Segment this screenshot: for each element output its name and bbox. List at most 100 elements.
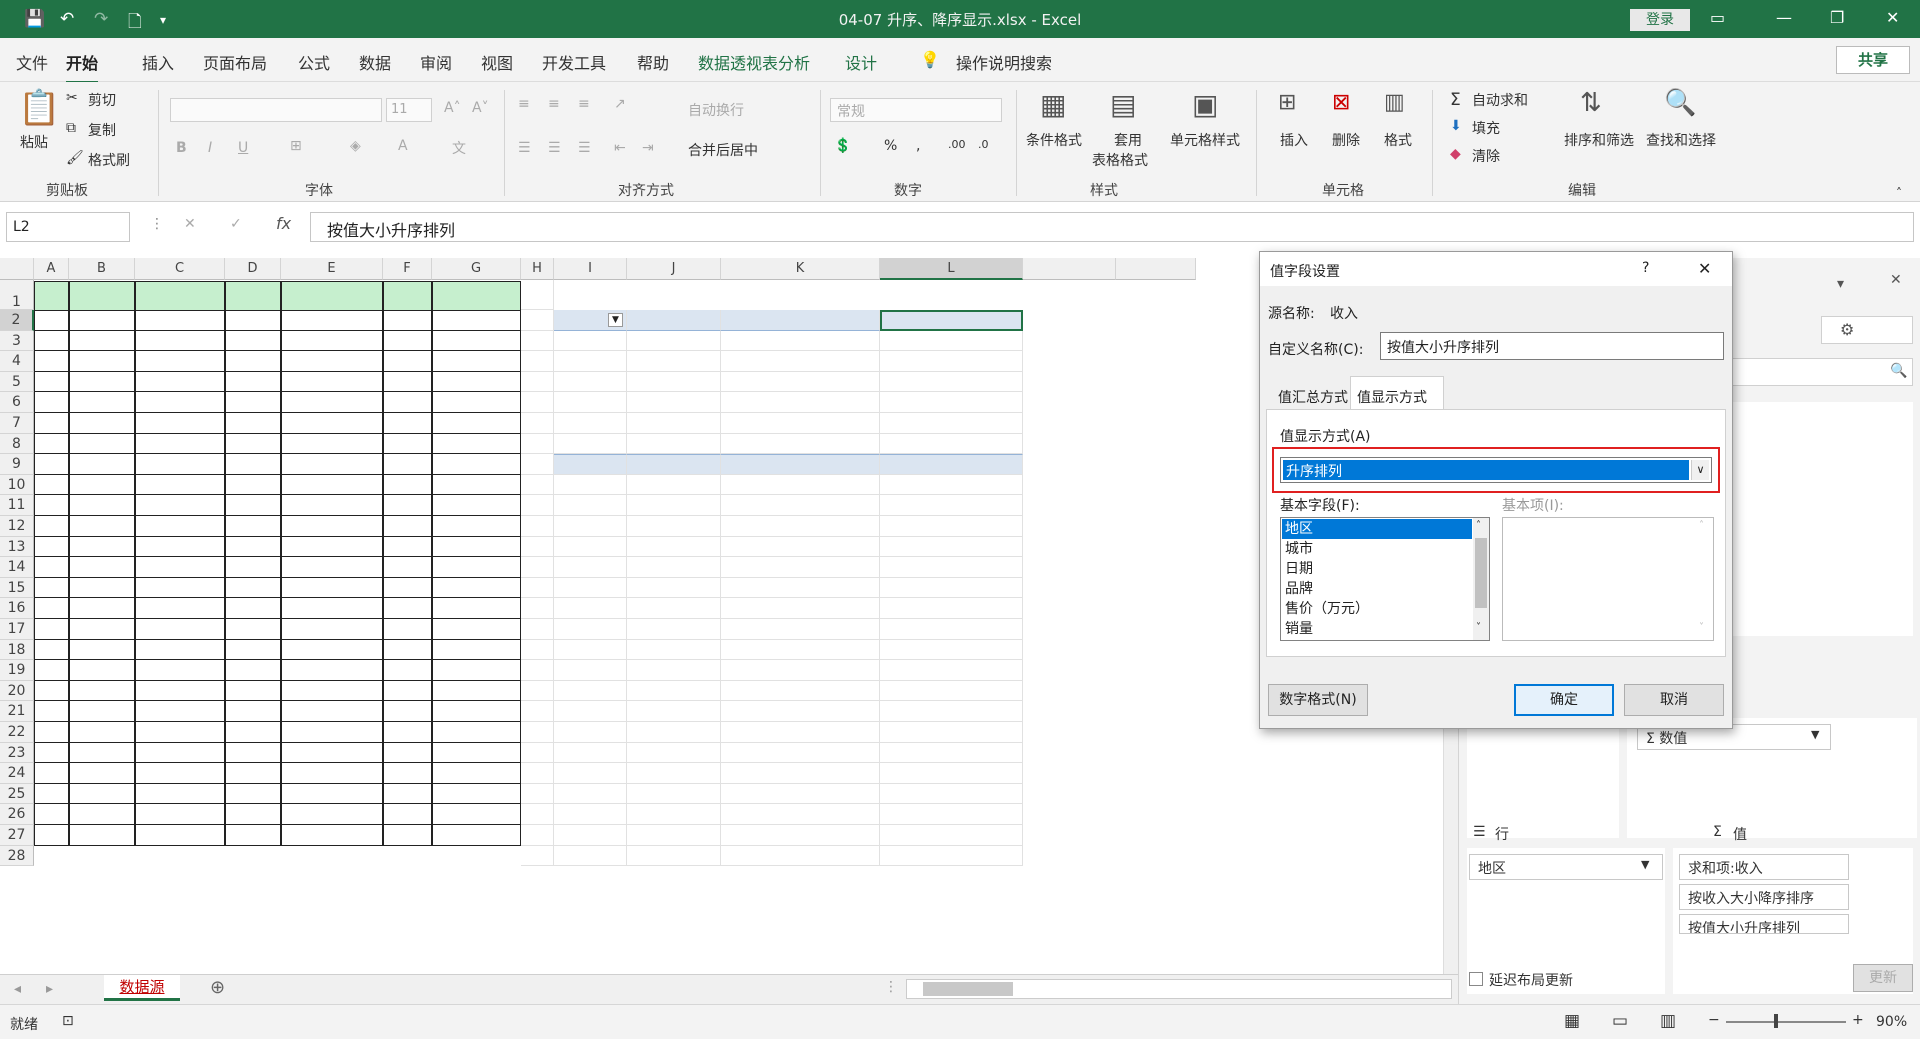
empty-cell[interactable] — [521, 722, 554, 743]
table-cell[interactable] — [34, 371, 69, 393]
table-cell[interactable] — [225, 474, 281, 496]
pivot-cell[interactable] — [554, 330, 627, 352]
insert-cells-button[interactable]: 插入 — [1280, 130, 1308, 150]
base-field-option[interactable]: 地区 — [1282, 519, 1472, 539]
next-sheet-icon[interactable]: ▸ — [46, 981, 53, 997]
table-cell[interactable] — [383, 392, 432, 413]
table-cell[interactable] — [69, 660, 135, 681]
table-cell[interactable] — [432, 722, 521, 743]
table-header-cell[interactable] — [34, 281, 69, 311]
empty-cell[interactable] — [521, 516, 554, 537]
row-header[interactable]: 4 — [0, 351, 34, 372]
align-top-icon[interactable]: ≡ — [518, 96, 530, 112]
table-cell[interactable] — [281, 536, 383, 558]
empty-cell[interactable] — [627, 598, 721, 619]
table-cell[interactable] — [432, 763, 521, 784]
column-header[interactable] — [1023, 258, 1116, 280]
empty-cell[interactable] — [521, 742, 554, 764]
align-right-icon[interactable]: ☰ — [578, 140, 591, 156]
table-cell[interactable] — [34, 825, 69, 846]
table-cell[interactable] — [135, 639, 225, 661]
table-cell[interactable] — [135, 701, 225, 722]
table-cell[interactable] — [69, 577, 135, 599]
table-cell[interactable] — [281, 330, 383, 352]
table-cell[interactable] — [69, 722, 135, 743]
defer-update-checkbox[interactable] — [1469, 972, 1483, 986]
custom-name-input[interactable]: 按值大小升序排列 — [1380, 332, 1724, 360]
sort-filter-icon[interactable]: ⇅ — [1580, 88, 1602, 118]
table-cell[interactable] — [225, 413, 281, 434]
chevron-down-icon[interactable]: ▼ — [1641, 858, 1649, 871]
table-cell[interactable] — [69, 557, 135, 578]
format-cells-icon[interactable]: ▥ — [1384, 90, 1405, 115]
table-cell[interactable] — [225, 763, 281, 784]
filter-dropdown-icon[interactable]: ▼ — [608, 313, 623, 327]
table-cell[interactable] — [135, 433, 225, 455]
column-header[interactable]: L — [880, 258, 1023, 280]
table-cell[interactable] — [383, 330, 432, 352]
row-header[interactable]: 7 — [0, 413, 34, 434]
column-header[interactable]: D — [225, 258, 281, 280]
empty-cell[interactable] — [627, 701, 721, 722]
column-header[interactable]: H — [521, 258, 554, 280]
cut-button[interactable]: 剪切 — [88, 90, 116, 110]
insert-cells-icon[interactable]: ⊞ — [1278, 90, 1296, 115]
table-cell[interactable] — [34, 742, 69, 764]
format-as-table-label2[interactable]: 表格格式 — [1092, 150, 1148, 170]
pivot-cell[interactable] — [627, 392, 721, 413]
pivot-cell[interactable] — [721, 351, 880, 372]
empty-cell[interactable] — [521, 845, 554, 867]
column-header[interactable]: C — [135, 258, 225, 280]
tab-splitter-icon[interactable]: ⋮ — [884, 979, 898, 995]
empty-cell[interactable] — [721, 722, 880, 743]
table-cell[interactable] — [432, 351, 521, 372]
copy-icon[interactable]: ⧉ — [66, 120, 76, 136]
cell-styles-button[interactable]: 单元格样式 — [1170, 130, 1240, 150]
pivot-cell[interactable] — [880, 330, 1023, 352]
prev-sheet-icon[interactable]: ◂ — [14, 981, 21, 997]
chevron-down-icon[interactable]: ▼ — [1811, 728, 1819, 741]
table-cell[interactable] — [69, 825, 135, 846]
base-field-list[interactable]: 地区 城市 日期 品牌 售价（万元） 销量 ˄ ˅ — [1280, 517, 1490, 641]
clear-icon[interactable]: ◆ — [1450, 146, 1461, 162]
row-header[interactable]: 3 — [0, 330, 34, 352]
empty-cell[interactable] — [880, 516, 1023, 537]
align-left-icon[interactable]: ☰ — [518, 140, 531, 156]
row-header[interactable]: 5 — [0, 371, 34, 393]
table-cell[interactable] — [383, 351, 432, 372]
merge-center-button[interactable]: 合并后居中 — [688, 140, 758, 160]
table-cell[interactable] — [281, 433, 383, 455]
column-header[interactable]: F — [383, 258, 432, 280]
table-cell[interactable] — [69, 495, 135, 516]
empty-cell[interactable] — [627, 742, 721, 764]
empty-cell[interactable] — [627, 660, 721, 681]
table-cell[interactable] — [432, 577, 521, 599]
number-format-button[interactable]: 数字格式(N) — [1268, 684, 1368, 716]
zoom-in-icon[interactable]: + — [1852, 1012, 1864, 1028]
table-cell[interactable] — [225, 804, 281, 825]
empty-cell[interactable] — [521, 825, 554, 846]
table-cell[interactable] — [225, 495, 281, 516]
pivot-cell[interactable] — [627, 330, 721, 352]
scroll-up-icon[interactable]: ˄ — [1476, 520, 1481, 531]
table-cell[interactable] — [383, 536, 432, 558]
cancel-button[interactable]: 取消 — [1624, 684, 1724, 716]
empty-cell[interactable] — [721, 783, 880, 805]
zoom-slider[interactable] — [1726, 1021, 1846, 1023]
update-button[interactable]: 更新 — [1853, 964, 1913, 992]
table-cell[interactable] — [383, 680, 432, 702]
help-icon[interactable]: ? — [1642, 260, 1649, 276]
table-cell[interactable] — [432, 639, 521, 661]
empty-cell[interactable] — [721, 495, 880, 516]
row-header[interactable]: 25 — [0, 783, 34, 805]
row-header[interactable]: 6 — [0, 392, 34, 413]
column-header[interactable]: E — [281, 258, 383, 280]
empty-cell[interactable] — [880, 495, 1023, 516]
cell-styles-icon[interactable]: ▣ — [1192, 88, 1218, 121]
empty-cell[interactable] — [521, 639, 554, 661]
format-painter-button[interactable]: 格式刷 — [88, 150, 130, 170]
table-cell[interactable] — [383, 722, 432, 743]
tab-developer[interactable]: 开发工具 — [542, 50, 606, 74]
table-cell[interactable] — [135, 763, 225, 784]
list-scroll-thumb[interactable] — [1475, 538, 1487, 608]
